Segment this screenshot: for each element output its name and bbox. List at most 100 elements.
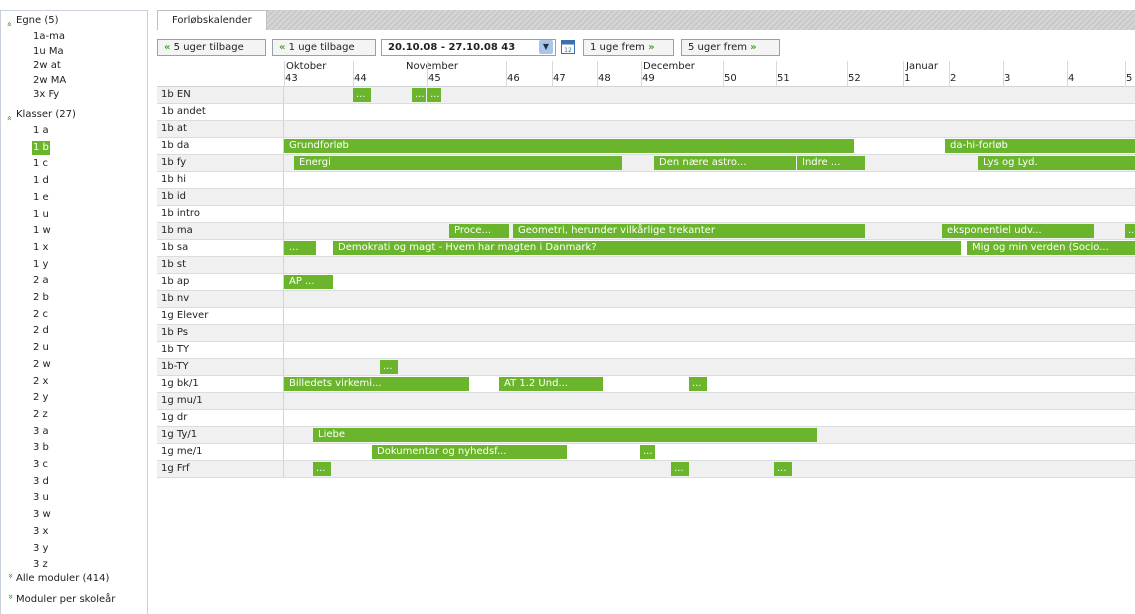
- module-bar[interactable]: Grundforløb: [284, 139, 854, 153]
- section-klasser[interactable]: »Klasser (27): [4, 108, 76, 122]
- sidebar-item-class[interactable]: 3 u: [33, 491, 49, 505]
- row-label: 1b at: [161, 123, 187, 134]
- sidebar-item-class[interactable]: 1 b: [32, 140, 50, 155]
- module-bar[interactable]: Geometri, herunder vilkårlige trekanter: [513, 224, 865, 238]
- sidebar-item-class[interactable]: 1 a: [33, 124, 49, 138]
- calendar-row: 1b-TY...: [157, 359, 1135, 376]
- calendar-row: 1g me/1 Dokumentar og nyhedsf......: [157, 444, 1135, 461]
- module-bar[interactable]: ...: [313, 462, 331, 476]
- module-bar[interactable]: ...: [689, 377, 707, 391]
- module-bar[interactable]: Dokumentar og nyhedsf...: [372, 445, 567, 459]
- row-label: 1b andet: [161, 106, 206, 117]
- sidebar-item-class[interactable]: 2 u: [33, 341, 49, 355]
- sidebar-item-class[interactable]: 2 b: [33, 291, 49, 305]
- sidebar-item-class[interactable]: 2 x: [33, 375, 48, 389]
- week-label: 4: [1068, 73, 1075, 84]
- sidebar-item-class[interactable]: 3 z: [33, 558, 48, 572]
- sidebar-item-class[interactable]: 1 d: [33, 174, 49, 188]
- module-bar[interactable]: Den nære astro...: [654, 156, 796, 170]
- chevron-down-icon[interactable]: ▼: [539, 40, 553, 54]
- sidebar-item-class[interactable]: 3 w: [33, 508, 51, 522]
- week-divider: [949, 61, 950, 86]
- module-bar[interactable]: ...: [774, 462, 792, 476]
- tab-label: Forløbskalender: [172, 15, 252, 26]
- week-divider: [506, 61, 507, 86]
- sidebar-item[interactable]: 1a-ma: [33, 30, 65, 44]
- calendar-row: 1b at: [157, 121, 1135, 138]
- sidebar-item[interactable]: 2w MA: [33, 74, 66, 88]
- row-label: 1g Ty/1: [161, 429, 198, 440]
- sidebar-item-class[interactable]: 2 z: [33, 408, 48, 422]
- module-bar[interactable]: Mig og min verden (Socio...: [967, 241, 1135, 255]
- module-bar[interactable]: ...: [671, 462, 689, 476]
- week-label: 44: [354, 73, 367, 84]
- module-bar[interactable]: AP ...: [284, 275, 333, 289]
- calendar-row: 1b TY: [157, 342, 1135, 359]
- calendar-icon[interactable]: 12: [561, 39, 575, 54]
- module-bar[interactable]: ...: [640, 445, 655, 459]
- section-moduler-per-skolear[interactable]: »Moduler per skoleår: [4, 593, 115, 607]
- module-bar[interactable]: ...: [412, 88, 426, 102]
- sidebar-item-class[interactable]: 2 a: [33, 274, 49, 288]
- module-bar[interactable]: Lys og Lyd.: [978, 156, 1135, 170]
- sidebar-item-class[interactable]: 1 c: [33, 157, 48, 171]
- module-bar[interactable]: Billedets virkemi...: [284, 377, 469, 391]
- module-bar[interactable]: ...: [380, 360, 398, 374]
- sidebar-item-class[interactable]: 3 y: [33, 542, 48, 556]
- module-bar[interactable]: Liebe: [313, 428, 817, 442]
- sidebar-item-class[interactable]: 3 x: [33, 525, 48, 539]
- back-5-weeks-button[interactable]: « 5 uger tilbage: [157, 39, 266, 56]
- module-bar[interactable]: Demokrati og magt - Hvem har magten i Da…: [333, 241, 961, 255]
- module-bar[interactable]: ...: [427, 88, 441, 102]
- section-moduler-per-skolear-label: Moduler per skoleår: [16, 594, 116, 605]
- sidebar-item-class[interactable]: 2 w: [33, 358, 51, 372]
- double-left-arrow-icon: «: [279, 42, 286, 53]
- section-egne[interactable]: »Egne (5): [4, 14, 59, 28]
- sidebar-item-class[interactable]: 1 w: [33, 224, 51, 238]
- sidebar: »Egne (5) 1a-ma 1u Ma 2w at 2w MA 3x Fy »Klass…: [0, 10, 148, 614]
- sidebar-item-class[interactable]: 2 y: [33, 391, 48, 405]
- week-divider: [427, 61, 428, 86]
- calendar-row: 1g Ty/1 Liebe: [157, 427, 1135, 444]
- forward-5-weeks-button[interactable]: 5 uger frem »: [681, 39, 780, 56]
- module-bar[interactable]: Proce...: [449, 224, 509, 238]
- sidebar-item-class[interactable]: 1 y: [33, 258, 48, 272]
- week-label: 49: [642, 73, 655, 84]
- row-label: 1g Frf: [161, 463, 190, 474]
- module-bar[interactable]: AT 1.2 Und...: [499, 377, 603, 391]
- week-divider: [723, 61, 724, 86]
- back-1-week-button[interactable]: « 1 uge tilbage: [272, 39, 376, 56]
- sidebar-item-class[interactable]: 1 e: [33, 191, 49, 205]
- sidebar-item[interactable]: 3x Fy: [33, 88, 59, 102]
- sidebar-item-class[interactable]: 3 d: [33, 475, 49, 489]
- module-bar[interactable]: Indre ...: [797, 156, 865, 170]
- tab-forlobskalender[interactable]: Forløbskalender: [157, 10, 267, 30]
- calendar-row: 1b ma Proce... Geometri, herunder vilkårli…: [157, 223, 1135, 240]
- sidebar-item-class[interactable]: 1 x: [33, 241, 48, 255]
- module-bar[interactable]: ...: [1125, 224, 1135, 238]
- row-label: 1b TY: [161, 344, 190, 355]
- module-bar[interactable]: ...: [353, 88, 371, 102]
- date-range-select[interactable]: 20.10.08 - 27.10.08 43: [381, 39, 556, 56]
- sidebar-item-class[interactable]: 3 a: [33, 425, 49, 439]
- module-bar[interactable]: Energi: [294, 156, 622, 170]
- sidebar-item[interactable]: 2w at: [33, 59, 61, 73]
- module-bar[interactable]: ...: [284, 241, 316, 255]
- row-label: 1b hi: [161, 174, 187, 185]
- sidebar-item[interactable]: 1u Ma: [33, 45, 64, 59]
- sidebar-item-class[interactable]: 2 d: [33, 324, 49, 338]
- sidebar-item-class[interactable]: 3 c: [33, 458, 48, 472]
- module-bar[interactable]: eksponentiel udv...: [942, 224, 1094, 238]
- section-alle-moduler[interactable]: »Alle moduler (414): [4, 572, 109, 586]
- date-range-value: 20.10.08 - 27.10.08 43: [388, 42, 516, 53]
- sidebar-item-class[interactable]: 2 c: [33, 308, 48, 322]
- week-label: 5: [1126, 73, 1133, 84]
- module-bar[interactable]: da-hi-forløb: [945, 139, 1135, 153]
- sidebar-item-class[interactable]: 1 u: [33, 208, 49, 222]
- double-left-arrow-icon: «: [164, 42, 171, 53]
- week-label: 50: [724, 73, 737, 84]
- sidebar-item-class[interactable]: 3 b: [33, 441, 49, 455]
- row-label: 1b id: [161, 191, 187, 202]
- forward-1-week-button[interactable]: 1 uge frem »: [583, 39, 674, 56]
- calendar-row: 1b intro: [157, 206, 1135, 223]
